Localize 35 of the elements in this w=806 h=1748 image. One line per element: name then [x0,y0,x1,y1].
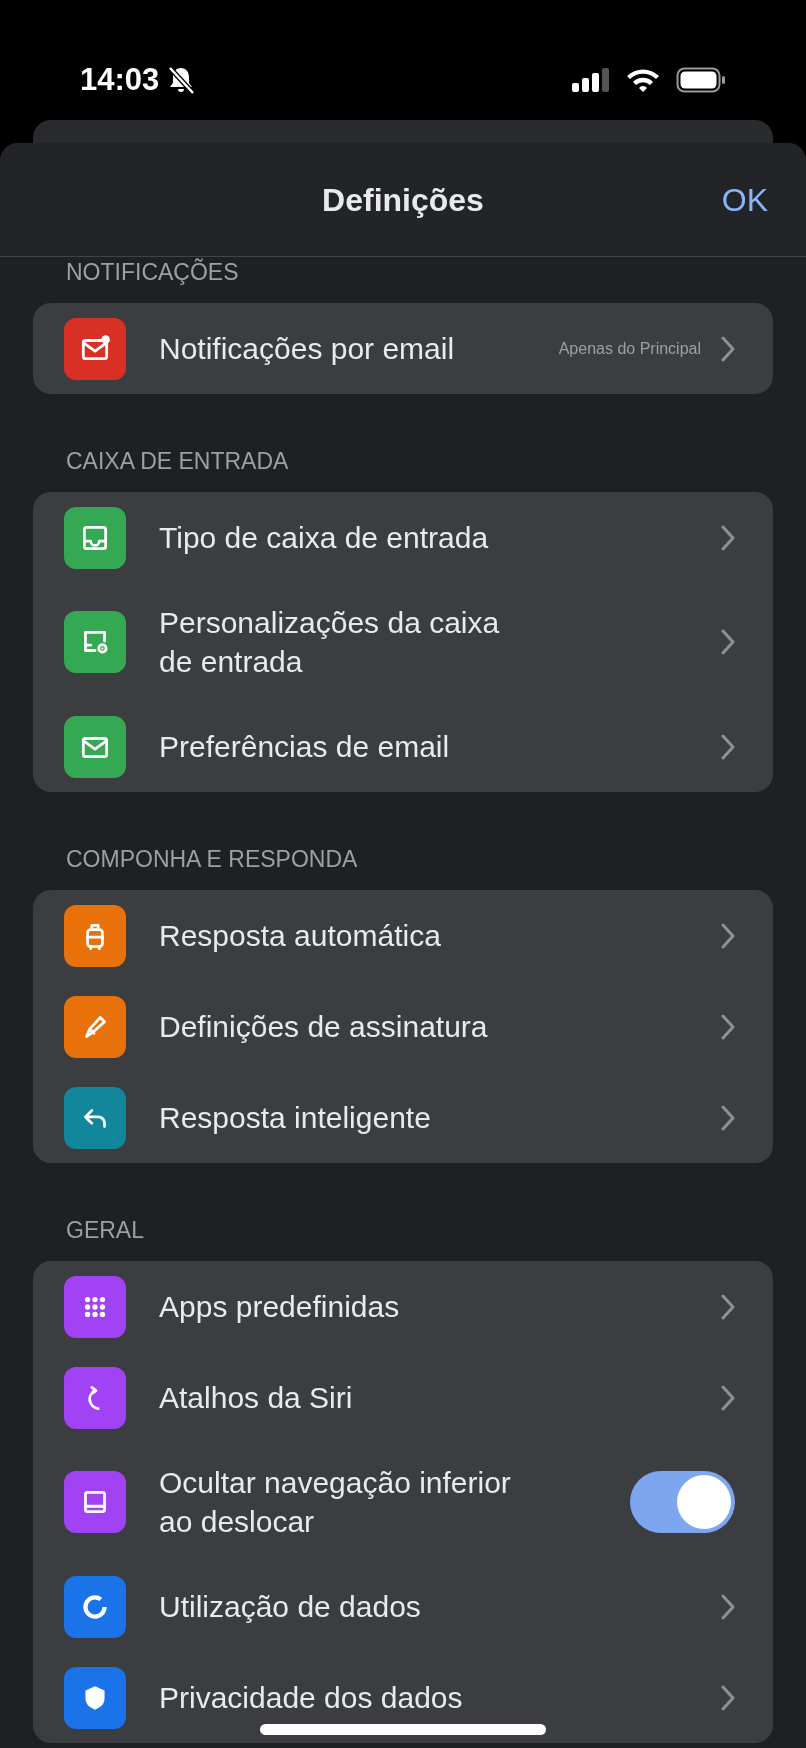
chevron-right-icon [721,1684,735,1711]
setting-label[interactable]: Atalhos da Siri [159,1378,353,1417]
setting-label[interactable]: Definições de assinatura [159,1007,488,1046]
chevron-right-icon [721,524,735,551]
setting-label[interactable]: Tipo de caixa de entrada [159,518,489,557]
chevron-right-icon [721,335,735,362]
sheet-title: Definições [322,182,484,218]
setting-label[interactable]: Resposta inteligente [159,1098,431,1137]
chevron-right-icon [721,922,735,949]
clock-time: 14:03 [80,61,160,99]
section-header: COMPONHA E RESPONDA [66,846,358,872]
section-header: CAIXA DE ENTRADA [66,448,289,474]
ok-button[interactable]: OK [717,143,772,257]
chevron-right-icon [721,1293,735,1320]
chevron-right-icon [721,733,735,760]
chevron-right-icon [721,1013,735,1040]
chevron-right-icon [721,1104,735,1131]
setting-label[interactable]: Personalizações da caixa de entrada [159,603,539,681]
signal-icon [572,68,610,92]
setting-label[interactable]: Apps predefinidas [159,1287,400,1326]
setting-label[interactable]: Preferências de email [159,727,450,766]
section-header: GERAL [66,1217,144,1243]
wifi-icon [626,68,660,92]
setting-label[interactable]: Resposta automática [159,916,441,955]
chevron-right-icon [721,629,735,655]
setting-label[interactable]: Notificações por email [159,329,455,368]
chevron-right-icon [721,1384,735,1411]
muted-bell-icon [167,65,196,95]
setting-label[interactable]: Utilização de dados [159,1587,421,1626]
setting-label[interactable]: Ocultar navegação inferior ao deslocar [159,1463,544,1541]
setting-label[interactable]: Privacidade dos dados [159,1678,463,1717]
section-header: NOTIFICAÇÕES [66,259,239,285]
chevron-right-icon [721,1593,735,1620]
setting-value: Apenas do Principal [558,338,701,359]
battery-icon [676,67,726,93]
